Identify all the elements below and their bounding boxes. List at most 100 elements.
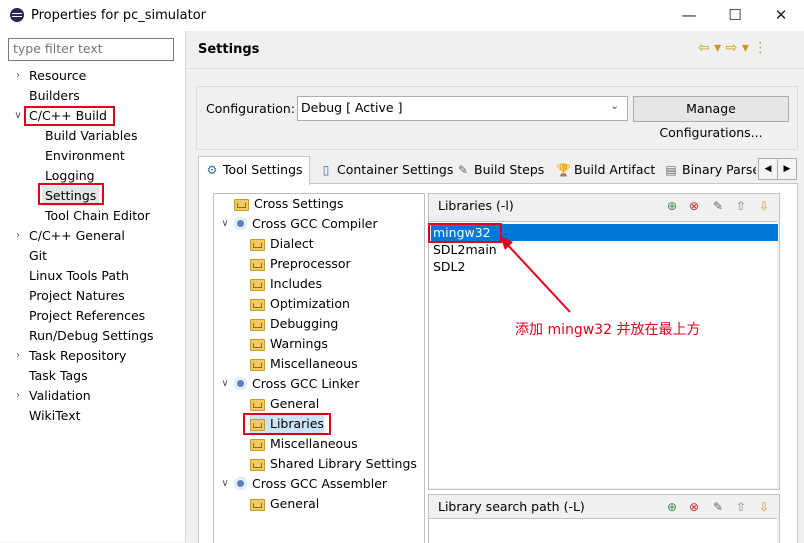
- tree-item-builders[interactable]: Builders: [29, 86, 80, 106]
- tree-item-label: General: [270, 396, 320, 411]
- chevron-right-icon[interactable]: ›: [12, 390, 24, 401]
- tree-item-run-debug-settings[interactable]: Run/Debug Settings: [29, 326, 154, 346]
- chevron-down-icon[interactable]: ∨: [219, 218, 231, 229]
- tree-item-task-repository[interactable]: Task Repository: [29, 346, 126, 366]
- option-folder-icon: [250, 339, 265, 351]
- window-title: Properties for pc_simulator: [31, 8, 206, 23]
- list-item[interactable]: SDL2: [431, 258, 778, 275]
- tree-item-label: Debugging: [270, 316, 339, 331]
- tree-item-label: Miscellaneous: [270, 356, 358, 371]
- filter-input[interactable]: [9, 39, 172, 58]
- move-down-icon[interactable]: ⇩: [756, 198, 772, 214]
- edit-icon[interactable]: ✎: [710, 198, 726, 214]
- option-folder-icon: [250, 439, 265, 451]
- highlight-box-libraries: [243, 413, 331, 435]
- tree-item-cross-settings[interactable]: Cross Settings: [234, 194, 344, 214]
- option-folder-icon: [250, 459, 265, 471]
- tool-gear-icon: [234, 217, 247, 230]
- tree-item-label: Warnings: [270, 336, 328, 351]
- tab-scroll-right-button[interactable]: ▶: [777, 158, 797, 180]
- annotation-arrow-icon: [500, 236, 571, 313]
- tree-item-general[interactable]: General: [250, 494, 319, 514]
- minimize-button[interactable]: —: [666, 0, 712, 31]
- tree-item-shared-library-settings[interactable]: Shared Library Settings: [250, 454, 417, 474]
- tree-item-label: Cross Settings: [254, 196, 344, 211]
- tree-item-cross-gcc-assembler[interactable]: Cross GCC Assembler: [234, 474, 387, 494]
- highlight-box-settings: [38, 183, 104, 205]
- tree-item-c-c-general[interactable]: C/C++ General: [29, 226, 125, 246]
- tree-item-resource[interactable]: Resource: [29, 66, 86, 86]
- tab-tool-settings[interactable]: ⚙ Tool Settings: [198, 156, 310, 185]
- libraries-label: Libraries (-l): [438, 198, 514, 213]
- tab-container-settings[interactable]: ▯ Container Settings: [313, 158, 459, 182]
- tree-item-project-natures[interactable]: Project Natures: [29, 286, 125, 306]
- tree-item-build-variables[interactable]: Build Variables: [45, 126, 137, 146]
- tab-build-artifact[interactable]: 🏆 Build Artifact: [550, 158, 661, 182]
- chevron-down-icon[interactable]: ∨: [219, 478, 231, 489]
- tab-label: Container Settings: [337, 162, 454, 177]
- tree-item-cross-gcc-compiler[interactable]: Cross GCC Compiler: [234, 214, 378, 234]
- highlight-box-mingw32: [428, 223, 502, 243]
- tree-item-validation[interactable]: Validation: [29, 386, 91, 406]
- add-icon[interactable]: ⊕: [664, 198, 680, 214]
- move-up-icon[interactable]: ⇧: [733, 198, 749, 214]
- chevron-down-icon[interactable]: ⌄: [610, 99, 619, 112]
- tab-build-steps[interactable]: ✎ Build Steps: [450, 158, 550, 182]
- tree-item-general[interactable]: General: [250, 394, 319, 414]
- tree-item-dialect[interactable]: Dialect: [250, 234, 314, 254]
- tab-label: Build Steps: [474, 162, 545, 177]
- library-search-path-label: Library search path (-L): [438, 499, 585, 514]
- option-folder-icon: [250, 499, 265, 511]
- tree-item-label: Dialect: [270, 236, 314, 251]
- tab-scroll-left-button[interactable]: ◀: [758, 158, 778, 180]
- tree-item-includes[interactable]: Includes: [250, 274, 322, 294]
- page-title: Settings: [198, 42, 260, 57]
- tree-item-project-references[interactable]: Project References: [29, 306, 145, 326]
- tree-item-preprocessor[interactable]: Preprocessor: [250, 254, 351, 274]
- tree-item-label: Cross GCC Compiler: [252, 216, 378, 231]
- tree-item-label: Optimization: [270, 296, 350, 311]
- tree-item-cross-gcc-linker[interactable]: Cross GCC Linker: [234, 374, 359, 394]
- tool-gear-icon: [234, 377, 247, 390]
- chevron-down-icon[interactable]: ∨: [219, 378, 231, 389]
- add-icon[interactable]: ⊕: [664, 499, 680, 515]
- library-search-path-list[interactable]: [429, 518, 777, 543]
- navigation-arrows-icon[interactable]: ⇦ ▾ ⇨ ▾ ⋮: [698, 40, 767, 56]
- maximize-button[interactable]: ☐: [712, 0, 758, 31]
- manage-configurations-button[interactable]: Manage Configurations...: [633, 96, 789, 140]
- tree-item-miscellaneous[interactable]: Miscellaneous: [250, 354, 358, 374]
- tool-gear-icon: [234, 477, 247, 490]
- chevron-right-icon[interactable]: ›: [12, 230, 24, 241]
- delete-icon[interactable]: ⊗: [686, 198, 702, 214]
- chevron-down-icon[interactable]: ∨: [12, 110, 24, 121]
- eclipse-logo-icon: [10, 8, 24, 22]
- chevron-right-icon[interactable]: ›: [12, 350, 24, 361]
- tree-item-wikitext[interactable]: WikiText: [29, 406, 81, 426]
- tool-settings-icon: ⚙: [206, 163, 218, 177]
- tree-item-miscellaneous[interactable]: Miscellaneous: [250, 434, 358, 454]
- move-up-icon[interactable]: ⇧: [733, 499, 749, 515]
- tree-item-environment[interactable]: Environment: [45, 146, 125, 166]
- tree-item-tool-chain-editor[interactable]: Tool Chain Editor: [45, 206, 150, 226]
- tab-binary-parsers[interactable]: ▤ Binary Parse: [658, 158, 756, 182]
- annotation-text: 添加 mingw32 并放在最上方: [515, 322, 701, 338]
- tree-item-task-tags[interactable]: Task Tags: [29, 366, 88, 386]
- tree-item-git[interactable]: Git: [29, 246, 47, 266]
- tree-item-optimization[interactable]: Optimization: [250, 294, 350, 314]
- tree-item-label: Miscellaneous: [270, 436, 358, 451]
- list-item[interactable]: SDL2main: [431, 241, 778, 258]
- tree-item-debugging[interactable]: Debugging: [250, 314, 338, 334]
- filter-field[interactable]: [8, 38, 174, 61]
- tree-item-linux-tools-path[interactable]: Linux Tools Path: [29, 266, 129, 286]
- binary-parser-icon: ▤: [665, 163, 677, 177]
- edit-icon[interactable]: ✎: [710, 499, 726, 515]
- chevron-right-icon[interactable]: ›: [12, 70, 24, 81]
- option-folder-icon: [250, 359, 265, 371]
- close-button[interactable]: ✕: [758, 0, 804, 31]
- tree-item-warnings[interactable]: Warnings: [250, 334, 328, 354]
- option-folder-icon: [250, 239, 265, 251]
- configuration-value: Debug [ Active ]: [301, 100, 403, 115]
- delete-icon[interactable]: ⊗: [686, 499, 702, 515]
- option-folder-icon: [250, 279, 265, 291]
- move-down-icon[interactable]: ⇩: [756, 499, 772, 515]
